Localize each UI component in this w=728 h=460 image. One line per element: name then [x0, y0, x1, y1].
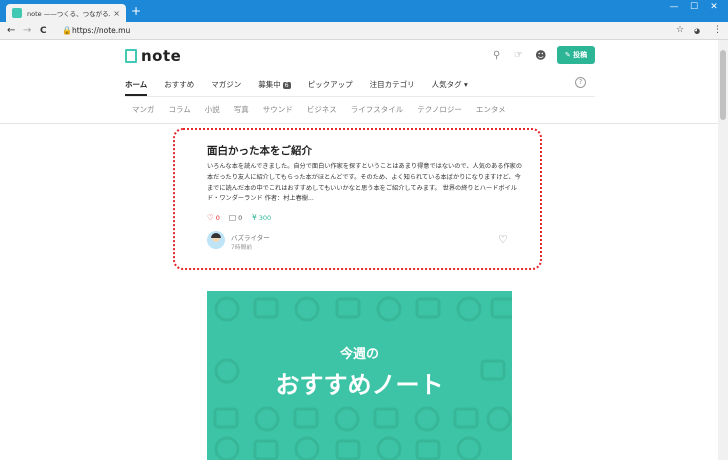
scroll-thumb[interactable]: [720, 50, 726, 120]
weekly-recommended-banner[interactable]: 今週の おすすめノート: [207, 291, 512, 460]
category-business[interactable]: ビジネス: [307, 104, 337, 115]
note-logo[interactable]: note: [141, 47, 181, 65]
tab-magazine[interactable]: マガジン: [211, 76, 241, 96]
tab-recruiting[interactable]: 募集中 6: [258, 76, 291, 96]
category-column[interactable]: コラム: [169, 104, 191, 115]
note-excerpt[interactable]: いろんな本を読んできました。自分で面白い作家を探すということはあまり得意ではない…: [207, 162, 525, 205]
category-novel[interactable]: 小説: [205, 104, 220, 115]
page-scrollbar[interactable]: [718, 40, 728, 460]
like-heart-icon[interactable]: ♡: [498, 233, 508, 246]
tab-close-icon[interactable]: ×: [113, 9, 120, 18]
user-avatar-icon[interactable]: ☻: [535, 49, 546, 62]
comment-icon: □: [229, 213, 237, 222]
maximize-icon[interactable]: ☐: [684, 2, 704, 12]
like-count[interactable]: ♡ 0: [207, 213, 220, 222]
tab-home[interactable]: ホーム: [125, 76, 148, 96]
bell-icon[interactable]: ☞: [514, 50, 523, 61]
category-sound[interactable]: サウンド: [263, 104, 293, 115]
note-logo-icon[interactable]: [125, 49, 137, 63]
bookmark-star-icon[interactable]: ☆: [676, 25, 684, 35]
category-photo[interactable]: 写真: [234, 104, 249, 115]
browser-toolbar: ← → C 🔒 https://note.mu ☆ ◕ ⋮: [0, 22, 728, 40]
category-entertainment[interactable]: エンタメ: [476, 104, 506, 115]
web-page: note ⚲ ☞ ☻ ✎ 投稿 ホーム おすすめ マガジン 募集中 6 ピックアッ…: [0, 40, 718, 460]
tab-pickup[interactable]: ピックアップ: [308, 76, 353, 96]
reload-icon[interactable]: C: [40, 25, 47, 37]
author-name[interactable]: バズライター: [231, 232, 270, 242]
close-window-icon[interactable]: ✕: [704, 2, 724, 12]
lock-icon: 🔒: [62, 26, 72, 35]
coin-icon: ¥: [252, 213, 257, 222]
new-tab-button[interactable]: +: [131, 5, 141, 17]
tab-popular-tags[interactable]: 人気タグ ▾: [432, 76, 468, 96]
search-icon[interactable]: ⚲: [493, 50, 500, 61]
browser-title-bar: note ——つくる、つながる、とどける。 × + — ☐ ✕: [0, 0, 728, 22]
browser-tab[interactable]: note ——つくる、つながる、とどける。 ×: [6, 4, 126, 22]
note-favicon-icon: [12, 8, 22, 18]
tab-title: note ——つくる、つながる、とどける。: [27, 10, 110, 18]
post-time: 7時間前: [231, 245, 253, 251]
category-technology[interactable]: テクノロジー: [417, 104, 462, 115]
main-nav: ホーム おすすめ マガジン 募集中 6 ピックアップ 注目カテゴリ 人気タグ ▾: [125, 76, 485, 96]
tab-recommended[interactable]: おすすめ: [164, 76, 194, 96]
heart-icon: ♡: [207, 213, 214, 222]
profile-icon[interactable]: ◕: [694, 27, 700, 35]
category-manga[interactable]: マンガ: [132, 104, 155, 115]
banner-subtitle: 今週の: [339, 347, 379, 362]
post-button[interactable]: ✎ 投稿: [557, 46, 595, 64]
help-icon[interactable]: ?: [575, 77, 586, 88]
forward-icon[interactable]: →: [23, 25, 31, 37]
minimize-icon[interactable]: —: [664, 2, 684, 12]
note-title[interactable]: 面白かった本をご紹介: [207, 143, 312, 158]
price: ¥ 300: [252, 213, 272, 222]
header-divider: [0, 123, 718, 124]
category-nav: マンガ コラム 小説 写真 サウンド ビジネス ライフスタイル テクノロジー エ…: [132, 104, 520, 115]
nav-divider: [125, 96, 595, 97]
menu-icon[interactable]: ⋮: [713, 25, 722, 35]
tab-featured-category[interactable]: 注目カテゴリ: [370, 76, 415, 96]
address-input[interactable]: https://note.mu: [72, 26, 130, 35]
comment-count[interactable]: □ 0: [229, 213, 242, 222]
count-badge: 6: [282, 82, 291, 89]
author-avatar[interactable]: [207, 231, 225, 249]
banner-title: おすすめノート: [275, 371, 444, 399]
category-lifestyle[interactable]: ライフスタイル: [351, 104, 404, 115]
back-icon[interactable]: ←: [7, 25, 15, 37]
